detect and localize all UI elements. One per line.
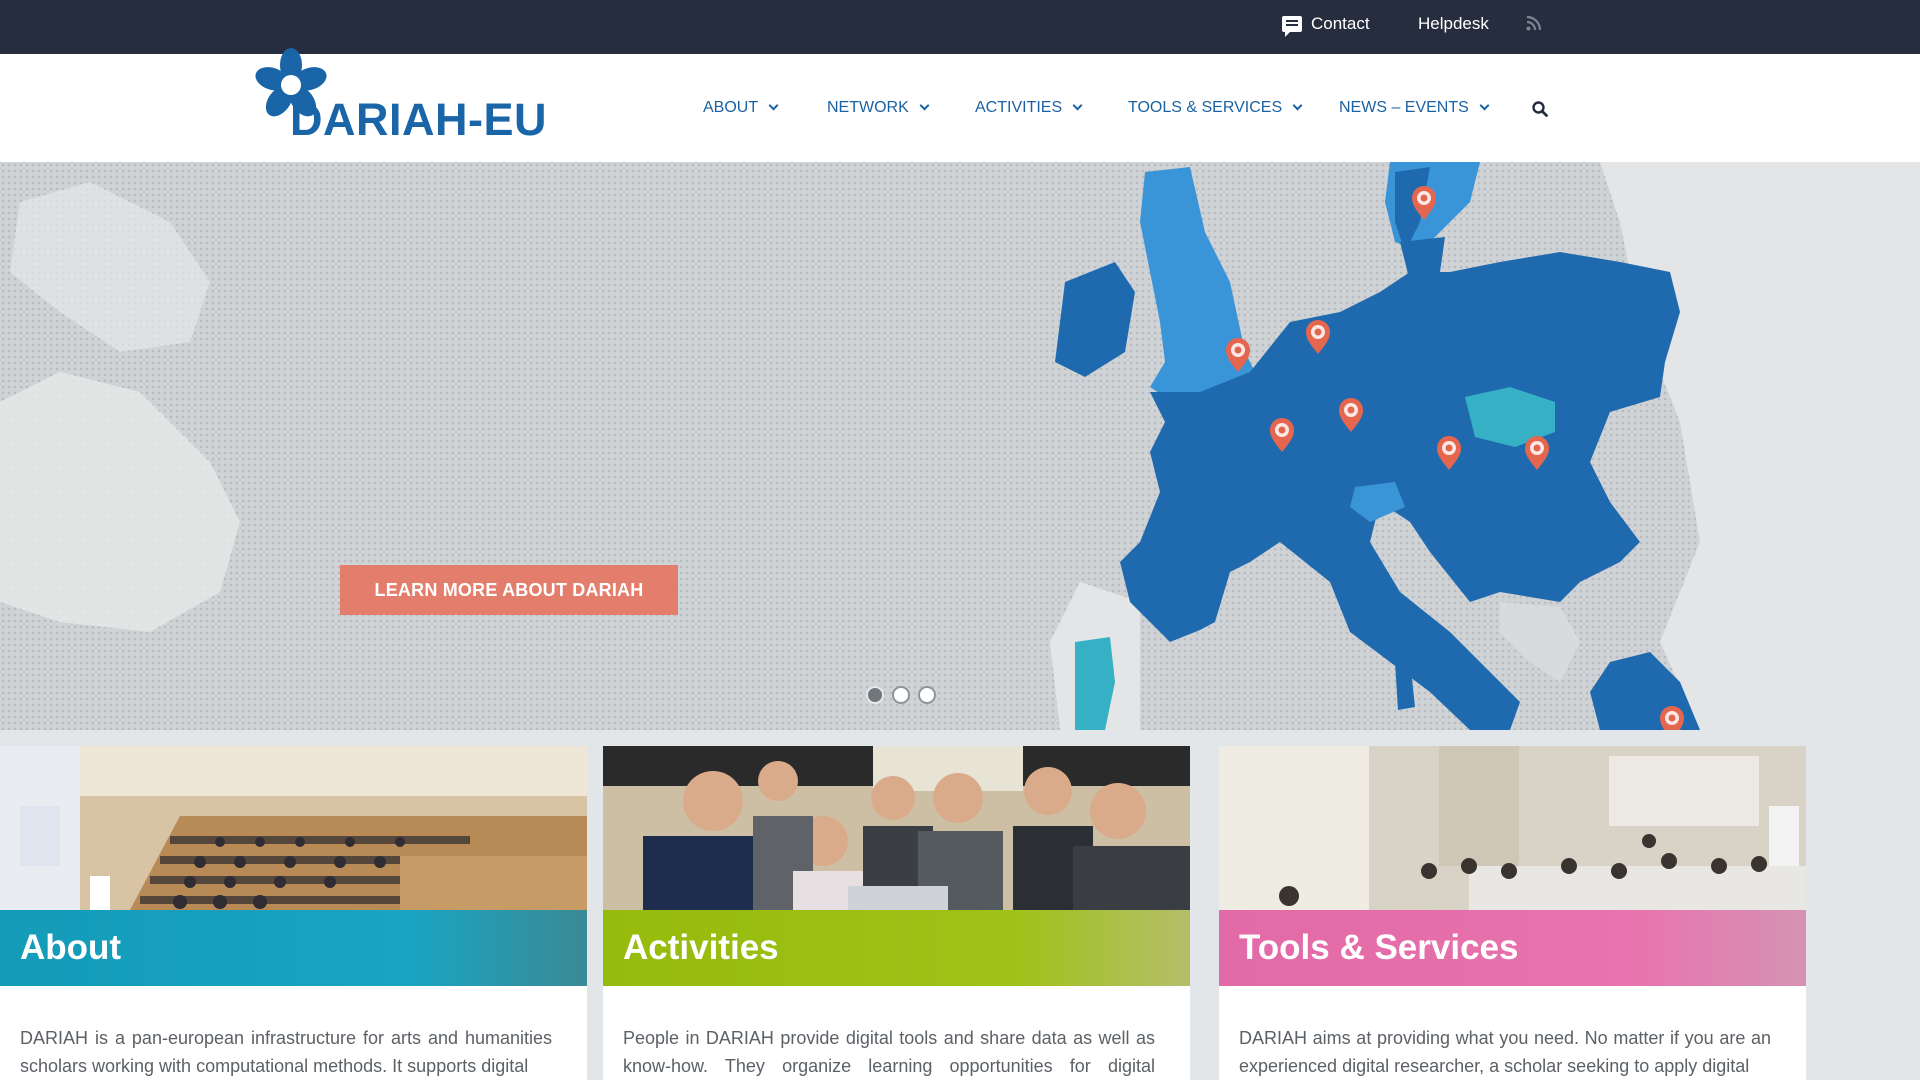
tools-services-band: Tools & Services bbox=[1219, 910, 1806, 986]
nav-activities[interactable]: ACTIVITIES bbox=[975, 54, 1083, 162]
tools-services-description: DARIAH aims at providing what you need. … bbox=[1239, 1028, 1771, 1076]
about-card[interactable]: About DARIAH is a pan-european infrastru… bbox=[0, 746, 587, 1080]
about-title[interactable]: About bbox=[20, 910, 121, 986]
nav-network-label: NETWORK bbox=[827, 99, 909, 116]
hero-slider: LEARN MORE ABOUT DARIAH bbox=[0, 162, 1920, 730]
nav-tools-services[interactable]: TOOLS & SERVICES bbox=[1128, 54, 1303, 162]
nav-about[interactable]: ABOUT bbox=[703, 54, 779, 162]
nav-news-events-label: NEWS – EVENTS bbox=[1339, 99, 1469, 116]
team-photo bbox=[603, 746, 1190, 910]
slide-dot-2[interactable] bbox=[892, 686, 910, 704]
chat-icon bbox=[1282, 16, 1302, 37]
activities-title[interactable]: Activities bbox=[623, 910, 779, 986]
slide-dot-3[interactable] bbox=[918, 686, 936, 704]
activities-description: People in DARIAH provide digital tools a… bbox=[623, 1028, 1155, 1076]
helpdesk-link[interactable]: Helpdesk bbox=[1418, 0, 1489, 54]
chevron-down-icon bbox=[1072, 100, 1083, 111]
chevron-down-icon bbox=[1479, 100, 1490, 111]
europe-map-image bbox=[0, 162, 1920, 730]
activities-card[interactable]: Activities People in DARIAH provide digi… bbox=[603, 746, 1190, 1080]
rss-icon[interactable] bbox=[1526, 15, 1542, 31]
chevron-down-icon bbox=[1292, 100, 1303, 111]
tools-services-title[interactable]: Tools & Services bbox=[1239, 910, 1518, 986]
about-band: About bbox=[0, 910, 587, 986]
lecture-hall-photo bbox=[0, 746, 587, 910]
tools-services-card[interactable]: Tools & Services DARIAH aims at providin… bbox=[1219, 746, 1806, 1080]
contact-label: Contact bbox=[1311, 14, 1370, 33]
search-icon[interactable] bbox=[1532, 101, 1548, 117]
nav-tools-services-label: TOOLS & SERVICES bbox=[1128, 99, 1283, 116]
nav-activities-label: ACTIVITIES bbox=[975, 99, 1063, 116]
learn-more-button[interactable]: LEARN MORE ABOUT DARIAH bbox=[340, 565, 678, 615]
activities-band: Activities bbox=[603, 910, 1190, 986]
nav-news-events[interactable]: NEWS – EVENTS bbox=[1339, 54, 1490, 162]
chevron-down-icon bbox=[919, 100, 930, 111]
contact-link[interactable]: Contact bbox=[1282, 0, 1370, 54]
workshop-photo bbox=[1219, 746, 1806, 910]
slide-dot-1[interactable] bbox=[866, 686, 884, 704]
about-description: DARIAH is a pan-european infrastructure … bbox=[20, 1028, 552, 1076]
chevron-down-icon bbox=[768, 100, 779, 111]
nav-network[interactable]: NETWORK bbox=[827, 54, 930, 162]
site-logo-text[interactable]: DARIAH-EU bbox=[290, 94, 547, 146]
nav-about-label: ABOUT bbox=[703, 99, 759, 116]
